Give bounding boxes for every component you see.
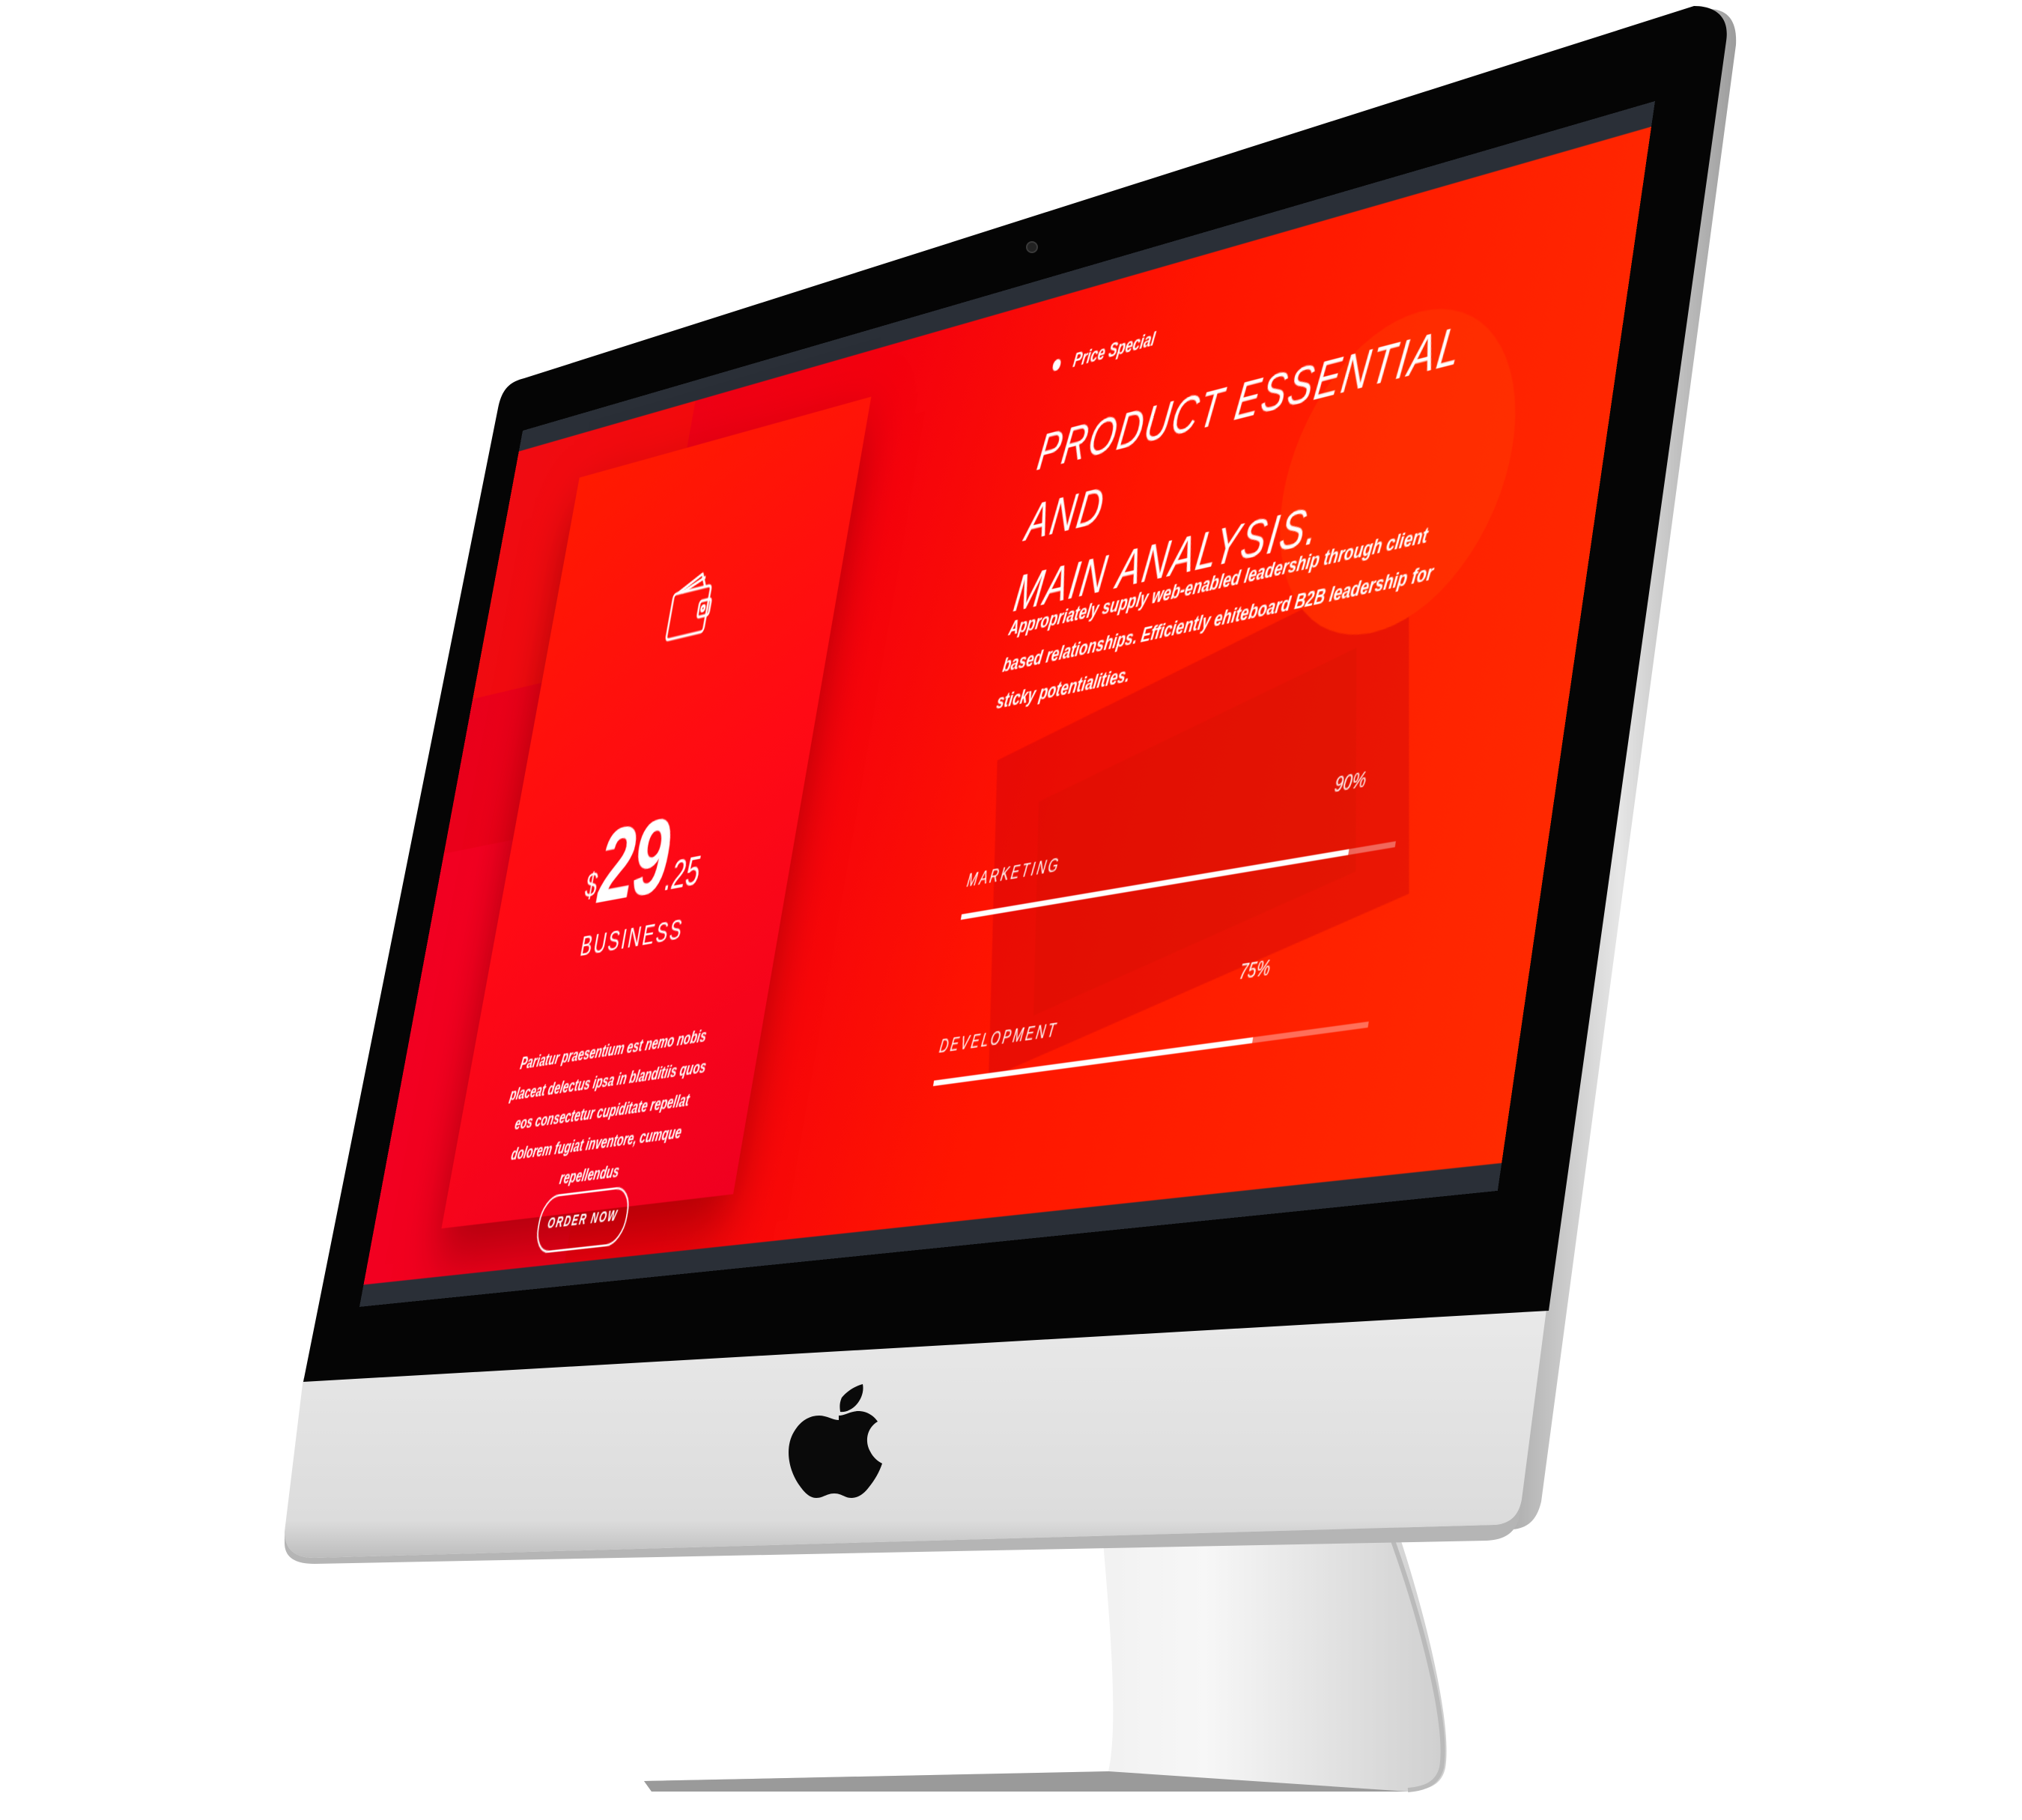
skill-label: DEVELOPMENT <box>938 1019 1059 1058</box>
skill-percent: 90% <box>1332 768 1367 799</box>
skill-label: MARKETING <box>965 854 1062 892</box>
plan-description: Pariatur praesentium est nemo nobis plac… <box>486 1019 719 1203</box>
bullet-dot-icon <box>1052 358 1062 371</box>
imac-mockup: $29.25 BUSINESS Pariatur praesentium est… <box>0 0 2022 1820</box>
skill-percent: 75% <box>1237 956 1272 986</box>
price-main: 29 <box>589 795 679 926</box>
wallet-icon <box>659 561 723 653</box>
stand <box>644 1517 1447 1792</box>
